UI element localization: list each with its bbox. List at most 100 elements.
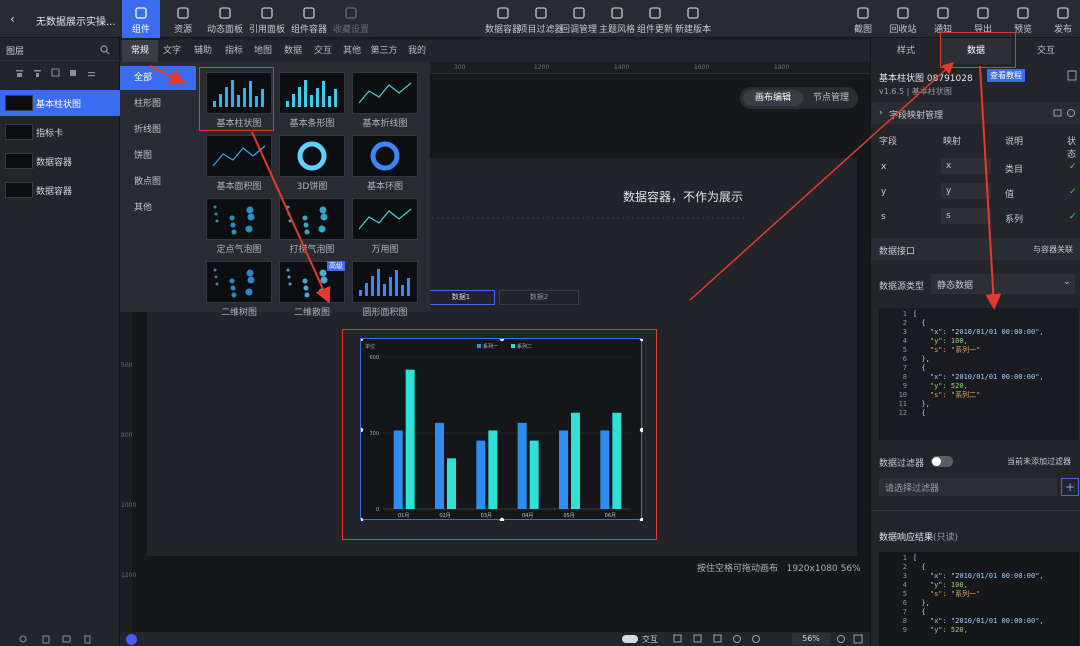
layer-label: 数据容器 (36, 187, 73, 197)
category-tab[interactable]: 第三方 (366, 40, 402, 62)
subcategory-item[interactable]: 折线图 (120, 118, 196, 142)
code-line: }, (913, 400, 930, 408)
filter-toggle[interactable] (931, 456, 953, 467)
static-data-editor[interactable]: 1 2 3 4 5 6 7 8 9 10 11 12 [ { "x": "2010… (879, 308, 1079, 440)
subcategory-item[interactable]: 其他 (120, 196, 196, 220)
code-line: "y": 100, (913, 581, 968, 589)
category-tab[interactable]: 文字 (158, 40, 186, 62)
ruler-tick: 1200 (121, 572, 137, 579)
zoom-value[interactable]: 56% (792, 633, 830, 645)
send-button[interactable]: 发布 (1044, 0, 1080, 38)
gallery-card[interactable]: 3D饼图 (279, 135, 345, 192)
gallery-card[interactable]: 万用图 (352, 198, 418, 255)
highlight-box-data-tab (940, 32, 1016, 68)
thumb-bar (310, 95, 313, 107)
eye-icon (1017, 7, 1029, 19)
mapping-select[interactable]: s (941, 208, 991, 224)
subcategory-item[interactable]: 柱形图 (120, 92, 196, 116)
code-line: "y": 100, (913, 337, 968, 345)
category-tab[interactable]: 数据 (278, 40, 308, 62)
filter-select[interactable]: 请选择过滤器 (879, 478, 1057, 496)
gallery-card[interactable]: 基本环图 (352, 135, 418, 192)
subcategory-item[interactable]: 散点图 (120, 170, 196, 194)
avatar[interactable] (126, 634, 137, 645)
gallery-label: 定点气泡图 (216, 245, 262, 255)
thumb-dot (246, 269, 254, 277)
link-button[interactable]: 引用面板 (248, 0, 286, 38)
canvas-mode-switch: 画布编辑 节点管理 (740, 87, 858, 109)
thumb-dot (319, 269, 327, 277)
container-button[interactable]: 组件容器 (290, 0, 328, 38)
gallery-card[interactable]: 基本条形图 (279, 72, 345, 129)
component-button[interactable]: 组件 (122, 0, 160, 38)
align-icons[interactable] (14, 68, 104, 78)
gallery-card[interactable]: 基本面积图 (206, 135, 272, 192)
code-text: [ { "x": "2010/01/01 00:00:00", "y": 100… (913, 552, 1044, 635)
gallery-card[interactable]: 打捞气泡图 (279, 198, 345, 255)
search-icon[interactable] (100, 45, 110, 55)
subcategory-item[interactable]: 全部 (120, 66, 196, 90)
source-type-label: 数据源类型 (879, 282, 925, 292)
node-manage-button[interactable]: 节点管理 (806, 90, 856, 106)
gallery-card[interactable]: 定点气泡图 (206, 198, 272, 255)
layer-item[interactable]: 数据容器 (0, 148, 120, 174)
category-tab[interactable]: 我的 (402, 40, 432, 62)
tutorial-link[interactable]: 查看教程 (987, 69, 1025, 82)
thumb-dot (213, 205, 217, 209)
category-tab[interactable]: 地图 (248, 40, 278, 62)
layer-footer-icons[interactable] (18, 634, 98, 644)
horizontal-ruler: 300 1200 1400 1600 1800 (430, 62, 870, 74)
layers-icon (177, 7, 189, 19)
layer-label: 数据容器 (36, 158, 73, 168)
link-container[interactable]: 与容器关联 (1033, 244, 1073, 255)
bell-icon (937, 7, 949, 19)
expand-icon[interactable]: › (879, 108, 883, 118)
subcategory-item[interactable]: 饼图 (120, 144, 196, 168)
zoom-tool-icons[interactable] (836, 634, 866, 644)
bottom-tool-icons[interactable] (672, 634, 782, 644)
mapping-tools-icons[interactable] (1053, 108, 1077, 118)
property-tab[interactable]: 样式 (871, 38, 941, 64)
layer-item[interactable]: 数据容器 (0, 177, 120, 203)
mapping-header[interactable]: › 字段映射管理 (871, 102, 1080, 124)
canvas-edit-button[interactable]: 画布编辑 (743, 90, 803, 106)
checkbox-button[interactable]: 新建版本 (674, 0, 712, 38)
gallery-card[interactable]: 二维树图 (206, 261, 272, 318)
source-type-value: 静态数据 (937, 281, 974, 291)
thumb-ring (297, 141, 327, 171)
thumb-line (358, 208, 412, 230)
export-icon (977, 7, 989, 19)
property-tab[interactable]: 交互 (1011, 38, 1080, 64)
panel-button[interactable]: 动态面板 (206, 0, 244, 38)
result-note: (只读) (933, 533, 959, 543)
layers-button[interactable]: 资源 (164, 0, 202, 38)
mapping-header-cell: 说明 (1005, 137, 1024, 147)
source-type-select[interactable]: 静态数据 ⌄ (931, 274, 1075, 294)
category-tab[interactable]: 常规 (122, 40, 158, 62)
mapping-select[interactable]: y (941, 183, 991, 199)
back-icon[interactable]: ‹ (10, 12, 15, 26)
gallery-card[interactable]: 圆形面积图 (352, 261, 418, 318)
thumbnail-graphic (359, 269, 410, 296)
category-tab[interactable]: 指标 (220, 40, 248, 62)
mapping-select[interactable]: x (941, 158, 991, 174)
thumbnail-graphic (286, 80, 337, 107)
gallery-label: 3D饼图 (296, 182, 328, 192)
doc-icon[interactable] (1067, 70, 1077, 81)
copy-button[interactable]: 收藏设置 (332, 0, 370, 38)
category-tab[interactable]: 交互 (308, 40, 338, 62)
gallery-thumbnail (352, 198, 418, 240)
send-icon (1057, 7, 1069, 19)
ruler-tick: 500 (121, 362, 133, 369)
ruler-tick: 1800 (774, 64, 790, 71)
category-tab[interactable]: 辅助 (186, 40, 220, 62)
add-filter-button[interactable]: + (1061, 478, 1079, 496)
filter-status: 当前未添加过滤器 (1007, 457, 1071, 466)
layer-item[interactable]: 基本柱状图 (0, 90, 120, 116)
gallery-card[interactable]: 二维散图 高级 (279, 261, 345, 318)
component-name: 基本柱状图 08791028 (879, 71, 973, 84)
interact-toggle[interactable] (622, 635, 638, 643)
layer-item[interactable]: 指标卡 (0, 119, 120, 145)
gallery-card[interactable]: 基本折线图 (352, 72, 418, 129)
category-tab[interactable]: 其他 (338, 40, 366, 62)
